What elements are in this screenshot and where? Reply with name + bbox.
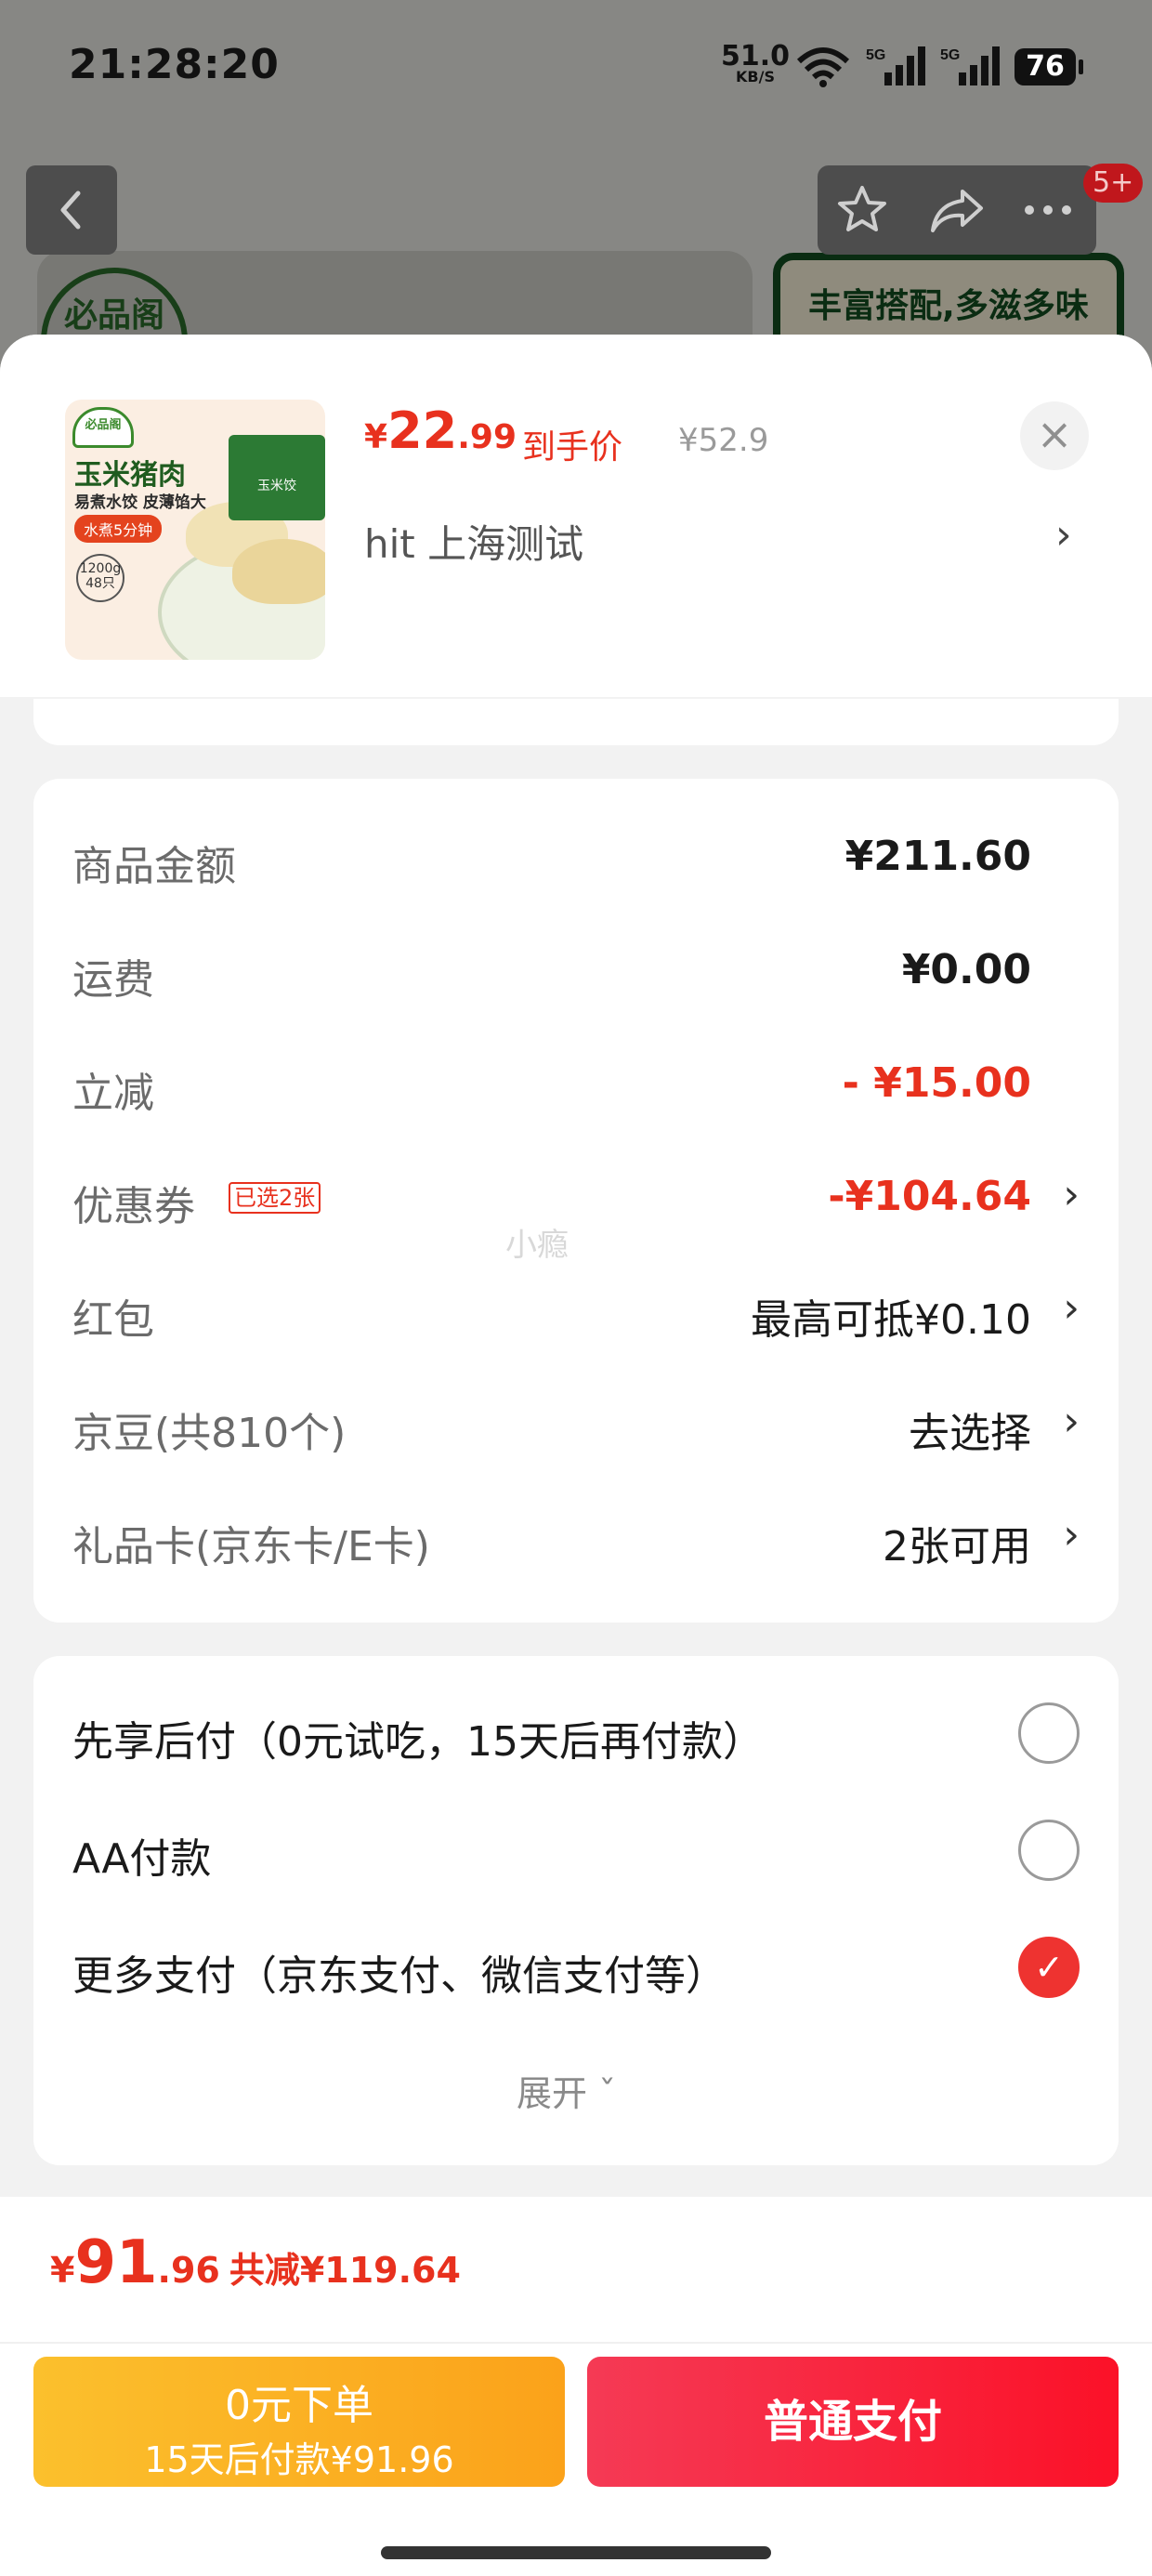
sig1-label: 5G (866, 47, 885, 63)
thumb-title: 玉米猪肉 (74, 459, 186, 492)
cell-signal-icon-2: 5G (940, 46, 1000, 85)
zero-btn-subtitle: 15天后付款¥91.96 (144, 2439, 454, 2480)
close-button[interactable]: × (1020, 401, 1089, 470)
total-savings: 共减¥119.64 (229, 2250, 461, 2291)
option-label: 更多支付（京东支付、微信支付等） (72, 1952, 727, 2000)
thumb-count: 48只 (85, 576, 115, 591)
home-indicator[interactable] (381, 2546, 771, 2559)
battery-icon: 76 (1015, 48, 1083, 85)
payment-option-more[interactable]: 更多支付（京东支付、微信支付等） ✓ (33, 1924, 1119, 2007)
checkout-footer: ¥91.96 共减¥119.64 0元下单 15天后付款¥91.96 普通支付 (0, 2197, 1152, 2576)
collapsed-section (33, 699, 1119, 745)
payment-option-pay-later[interactable]: 先享后付（0元试吃，15天后再付款） (33, 1689, 1119, 1773)
row-value: 2张可用 (883, 1523, 1031, 1571)
original-price: ¥52.9 (678, 422, 769, 459)
thumb-subtitle: 易煮水饺 皮薄馅大 (74, 493, 206, 512)
row-value: 去选择 (909, 1410, 1031, 1457)
cell-signal-icon: 5G (866, 46, 925, 85)
chevron-right-icon[interactable]: › (1063, 1284, 1080, 1332)
price-currency: ¥ (364, 418, 388, 456)
total-price: ¥91.96 共减¥119.64 (50, 2228, 461, 2297)
checkout-sheet: 玉米饺 必品阁 玉米猪肉 易煮水饺 皮薄馅大 水煮5分钟 1200g 48只 ¥… (0, 335, 1152, 2576)
option-label: 先享后付（0元试吃，15天后再付款） (72, 1718, 764, 1766)
row-label: 京豆(共810个) (72, 1410, 347, 1457)
row-value: ¥0.00 (901, 946, 1031, 993)
payment-option-aa[interactable]: AA付款 (33, 1807, 1119, 1890)
row-label: 立减 (72, 1070, 154, 1117)
top-actions-bar (818, 165, 1096, 255)
product-thumbnail[interactable]: 玉米饺 必品阁 玉米猪肉 易煮水饺 皮薄馅大 水煮5分钟 1200g 48只 (65, 400, 325, 660)
amount-row-shipping: 运费 ¥0.00 (33, 933, 1119, 1007)
row-label: 运费 (72, 956, 154, 1004)
checkmark-icon[interactable]: ✓ (1018, 1937, 1080, 1998)
wifi-icon (796, 47, 850, 87)
amount-details-card: 商品金额 ¥211.60 运费 ¥0.00 立减 - ¥15.00 优惠券 已选… (33, 779, 1119, 1623)
net-speed: 51.0 KB/S (721, 43, 790, 85)
notification-badge: 5+ (1083, 164, 1144, 203)
row-value: -¥104.64 (828, 1173, 1031, 1220)
thumb-package: 玉米饺 (229, 435, 325, 520)
product-price: ¥22.99 (364, 401, 517, 460)
thumb-dumpling (232, 539, 325, 604)
row-label: 礼品卡(京东卡/E卡) (72, 1523, 430, 1571)
total-decimal: .96 (157, 2250, 220, 2291)
chevron-right-icon[interactable]: › (1063, 1171, 1080, 1218)
row-label: 优惠券 (72, 1183, 195, 1230)
thumb-tag: 水煮5分钟 (74, 515, 163, 543)
payment-method-card: 先享后付（0元试吃，15天后再付款） AA付款 更多支付（京东支付、微信支付等）… (33, 1656, 1119, 2165)
watermark: 小瘾 (505, 1227, 569, 1264)
radio-button[interactable] (1018, 1820, 1080, 1881)
amount-row-jd-beans[interactable]: 京豆(共810个) 去选择 › (33, 1387, 1119, 1461)
chevron-right-icon[interactable]: › (1063, 1398, 1080, 1445)
price-integer: 22 (387, 401, 458, 460)
zero-yuan-order-button[interactable]: 0元下单 15天后付款¥91.96 (33, 2357, 565, 2487)
total-integer: 91 (74, 2228, 158, 2297)
row-value: 最高可抵¥0.10 (751, 1296, 1031, 1344)
row-label: 红包 (72, 1296, 154, 1344)
thumb-logo: 必品阁 (72, 407, 134, 448)
chevron-right-icon[interactable]: › (1055, 511, 1072, 559)
delivery-address[interactable]: hit 上海测试 (364, 513, 583, 570)
amount-row-instant-discount: 立减 - ¥15.00 (33, 1046, 1119, 1121)
product-header: 玉米饺 必品阁 玉米猪肉 易煮水饺 皮薄馅大 水煮5分钟 1200g 48只 ¥… (0, 335, 1152, 697)
sig2-label: 5G (940, 47, 960, 63)
star-icon[interactable] (834, 182, 890, 238)
row-label: 商品金额 (72, 843, 236, 890)
amount-row-subtotal: 商品金额 ¥211.60 (33, 820, 1119, 894)
chevron-left-icon (60, 191, 81, 230)
total-currency: ¥ (50, 2250, 75, 2291)
thumb-count-badge: 1200g 48只 (76, 554, 124, 602)
row-value: ¥211.60 (844, 833, 1031, 880)
amount-row-coupon[interactable]: 优惠券 已选2张 -¥104.64 › (33, 1160, 1119, 1234)
chevron-right-icon[interactable]: › (1063, 1511, 1080, 1558)
footer-divider (0, 2342, 1152, 2344)
expand-button[interactable]: 展开 ˇ (517, 2065, 616, 2116)
more-icon[interactable] (1020, 193, 1076, 227)
amount-row-gift-card[interactable]: 礼品卡(京东卡/E卡) 2张可用 › (33, 1500, 1119, 1574)
thumb-weight: 1200g (79, 561, 122, 576)
back-button[interactable] (26, 165, 117, 255)
share-icon[interactable] (927, 182, 987, 238)
coupon-selected-tag: 已选2张 (229, 1182, 321, 1214)
option-label: AA付款 (72, 1835, 212, 1883)
amount-row-red-packet[interactable]: 红包 最高可抵¥0.10 › (33, 1273, 1119, 1347)
row-value: - ¥15.00 (842, 1059, 1031, 1107)
price-label: 到手价 (522, 428, 623, 467)
status-bar: 21:28:20 51.0 KB/S 5G 5G 76 (0, 0, 1152, 139)
price-decimal: .99 (457, 418, 517, 456)
zero-btn-title: 0元下单 (225, 2382, 373, 2429)
radio-button[interactable] (1018, 1702, 1080, 1764)
status-time: 21:28:20 (69, 41, 280, 88)
normal-pay-button[interactable]: 普通支付 (587, 2357, 1119, 2487)
